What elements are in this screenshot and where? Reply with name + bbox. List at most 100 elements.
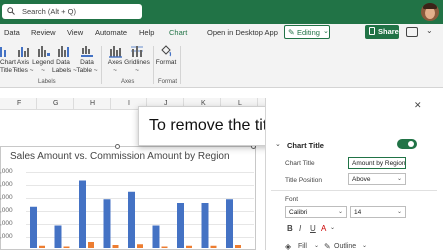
bar-sales-amount[interactable] (201, 203, 209, 248)
chevron-down-icon[interactable]: ⌄ (275, 140, 281, 148)
close-icon[interactable]: ✕ (414, 100, 422, 111)
chevron-down-icon[interactable]: ⌄ (330, 224, 335, 231)
bar-commission-amount[interactable] (161, 246, 168, 249)
avatar[interactable] (421, 3, 439, 21)
tab-view[interactable]: View (67, 28, 83, 37)
bar-sales-amount[interactable] (128, 191, 135, 248)
ribbon-label: Labels ~ (52, 67, 77, 74)
tab-help[interactable]: Help (139, 28, 154, 37)
axis-titles-icon (18, 47, 29, 57)
title-position-dropdown[interactable]: Above ⌄ (348, 173, 406, 185)
font-size-value: 14 (354, 209, 362, 216)
font-family-dropdown[interactable]: Calibri ⌄ (285, 206, 347, 218)
bold-button[interactable]: B (287, 224, 293, 233)
column-header[interactable]: H (90, 100, 95, 107)
open-in-desktop-button[interactable]: Open in Desktop App (207, 28, 278, 37)
group-label-axes: Axes (121, 79, 135, 85)
legend-icon (38, 46, 50, 57)
bar-sales-amount[interactable] (79, 180, 86, 249)
ribbon-separator (101, 46, 102, 84)
tab-automate[interactable]: Automate (95, 28, 127, 37)
bar-commission-amount[interactable] (235, 245, 241, 248)
ribbon-label: Gridlines (124, 59, 150, 66)
ribbon-label: Chart (0, 59, 16, 66)
editing-mode-button[interactable]: ✎ Editing ⌄ (284, 25, 330, 39)
bar-commission-amount[interactable] (210, 245, 217, 248)
outline-button[interactable]: Outline (334, 243, 356, 250)
chevron-down-icon[interactable]: ⌄ (362, 242, 367, 249)
ribbon-label: Table ~ (76, 67, 98, 74)
font-size-dropdown[interactable]: 14 ⌄ (350, 206, 406, 218)
column-header[interactable]: G (53, 100, 58, 107)
bar-sales-amount[interactable] (103, 199, 111, 248)
chevron-down-icon[interactable]: ⌄ (314, 242, 319, 249)
underline-button[interactable]: U (310, 224, 316, 233)
ribbon: Chart Title ~ Axis Titles ~ Legend ~ Dat… (0, 42, 443, 88)
section-title[interactable]: Chart Title (287, 141, 324, 150)
bar-commission-amount[interactable] (39, 245, 45, 248)
chart-plot[interactable] (0, 146, 256, 250)
group-label-labels: Labels (38, 79, 56, 85)
chart-title-input[interactable]: Amount by Region (348, 157, 406, 169)
comments-icon[interactable] (406, 27, 418, 37)
legend-button[interactable]: Legend ~ (32, 42, 54, 78)
chevron-down-icon: ⌄ (323, 28, 329, 35)
divider (271, 190, 437, 191)
bar-sales-amount[interactable] (152, 225, 160, 249)
bar-commission-amount[interactable] (63, 246, 70, 249)
active-tab-indicator (166, 16, 190, 18)
ribbon-label: Data (80, 59, 94, 66)
column-header[interactable]: I (128, 100, 130, 107)
tab-review[interactable]: Review (31, 28, 56, 37)
axis-titles-button[interactable]: Axis Titles ~ (12, 42, 34, 78)
bar-sales-amount[interactable] (177, 203, 184, 248)
bar-commission-amount[interactable] (137, 244, 143, 248)
axes-button[interactable]: Axes ~ (104, 42, 126, 78)
paint-bucket-icon: ◈ (285, 242, 292, 250)
more-options-icon[interactable]: ⌄ (426, 26, 433, 35)
gridlines-button[interactable]: Gridlines ~ (124, 42, 150, 78)
chevron-down-icon: ⌄ (337, 209, 343, 215)
data-table-button[interactable]: Data Table ~ (76, 42, 98, 78)
tab-data[interactable]: Data (4, 28, 20, 37)
column-divider (73, 98, 74, 110)
ribbon-separator (180, 46, 181, 84)
fill-button[interactable]: Fill (298, 243, 307, 250)
share-icon (369, 27, 375, 35)
group-label-format: Format (158, 79, 178, 85)
title-bar: Search (Alt + Q) (0, 0, 443, 24)
chart-title-label: Chart Title (285, 160, 315, 167)
ribbon-label: Legend (32, 59, 54, 66)
gridlines-icon (131, 46, 143, 57)
search-input[interactable]: Search (Alt + Q) (22, 7, 76, 16)
ribbon-label: Titles ~ (12, 67, 34, 74)
bar-sales-amount[interactable] (226, 199, 233, 248)
share-button[interactable]: Share (365, 25, 399, 39)
share-label: Share (378, 27, 399, 36)
search-icon (7, 7, 15, 15)
ribbon-separator (153, 46, 154, 84)
format-pane: ✕ ⌄ Chart Title Chart Title Amount by Re… (265, 98, 443, 250)
bar-sales-amount[interactable] (54, 225, 62, 249)
ribbon-label: Format (155, 59, 177, 66)
data-labels-button[interactable]: Data Labels ~ (52, 42, 77, 78)
chart-title-toggle[interactable] (397, 139, 417, 149)
bar-sales-amount[interactable] (30, 206, 37, 248)
ribbon-label: Title ~ (0, 67, 18, 74)
font-color-button[interactable]: A (321, 224, 326, 233)
search-box[interactable]: Search (Alt + Q) (2, 4, 142, 19)
tab-chart[interactable]: Chart (169, 28, 187, 37)
italic-button[interactable]: I (299, 224, 301, 233)
column-header[interactable]: F (17, 100, 21, 107)
ribbon-label: Axis (16, 59, 30, 66)
font-family-value: Calibri (289, 209, 308, 216)
chart-title-button[interactable]: Chart Title ~ (0, 42, 18, 78)
pencil-icon: ✎ (288, 28, 295, 37)
chevron-down-icon: ⌄ (396, 176, 402, 182)
title-position-value: Above (352, 176, 371, 183)
bar-commission-amount[interactable] (186, 245, 192, 248)
bar-commission-amount[interactable] (88, 242, 94, 248)
bar-commission-amount[interactable] (112, 245, 119, 248)
ribbon-label: ~ (41, 67, 45, 74)
format-button[interactable]: Format (155, 42, 177, 78)
